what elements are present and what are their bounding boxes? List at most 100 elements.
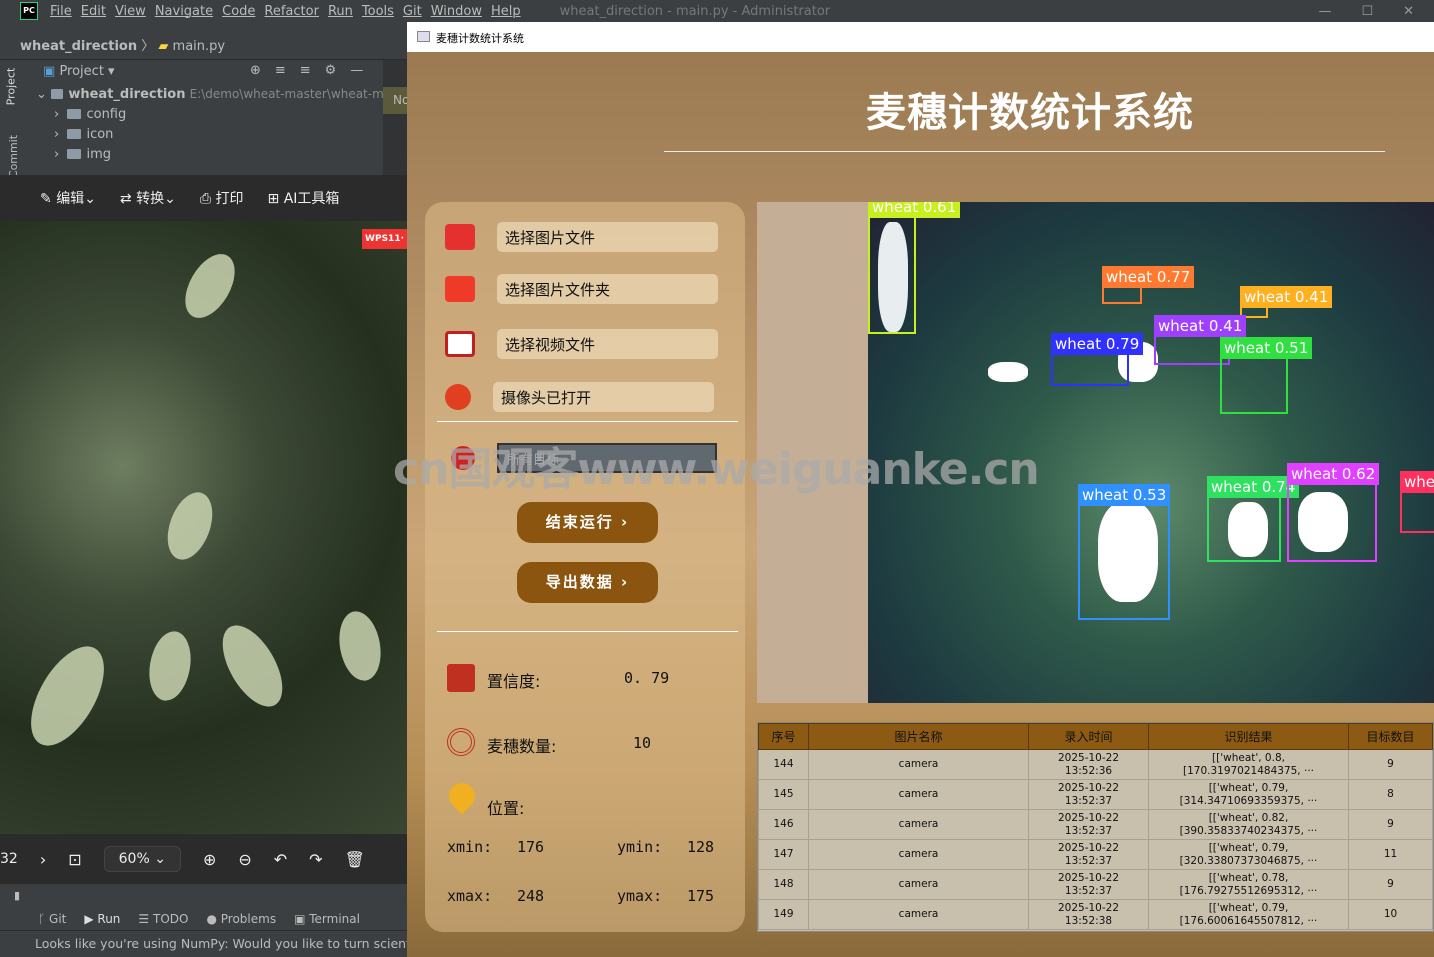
col-result[interactable]: 识别结果 [1148,723,1349,750]
edit-label: 编辑 [56,191,85,207]
menu-edit[interactable]: Edit [81,4,106,19]
ide-window-title: wheat_direction - main.py - Administrato… [559,3,831,19]
cell-result-line2: [320.33807373046875, [1179,854,1304,867]
cell-time: 2025-10-22 13:52:37 [1028,869,1149,900]
cell-id: 146 [758,809,809,840]
col-id[interactable]: 序号 [758,723,809,750]
rotate-right-icon[interactable]: ↷ [309,850,322,869]
zoom-out-icon[interactable]: ⊖ [238,850,251,869]
col-count[interactable]: 目标数目 [1348,723,1433,750]
close-icon[interactable]: ✕ [1403,4,1414,19]
stop-button[interactable]: 结束运行 › [517,502,658,543]
menu-git[interactable]: Git [403,4,422,19]
convert-button[interactable]: ⇄ 转换⌄ [120,188,176,208]
select-video-button[interactable]: 选择视频文件 [497,329,718,359]
table-row[interactable]: 144 camera 2025-10-22 13:52:36 [['wheat',… [758,749,1433,780]
tool-tab-problems[interactable]: ● Problems [206,912,276,926]
wheat-photo: WPS11· [0,221,407,834]
delete-icon[interactable]: 🗑 [345,850,365,869]
select-folder-button[interactable]: 选择图片文件夹 [497,274,718,304]
menu-tools[interactable]: Tools [362,4,394,19]
cell-ellipsis: ··· [1307,824,1318,837]
actual-size-icon[interactable]: ⊡ [68,850,81,869]
ai-toolbox-button[interactable]: ⊞ AI工具箱 [268,188,340,208]
col-name[interactable]: 图片名称 [808,723,1029,750]
menu-code[interactable]: Code [222,4,255,19]
wps-badge[interactable]: WPS11· [362,229,407,249]
tree-item-config[interactable]: › config [30,104,383,124]
table-row[interactable]: 145 camera 2025-10-22 13:52:37 [['wheat',… [758,779,1433,810]
cell-result: [['wheat', 0.82, [390.35833740234375, ··· [1148,809,1349,840]
cell-date: 2025-10-22 [1057,751,1120,764]
tool-tab-git[interactable]: ᚴ Git [38,912,66,926]
cell-result-line2: [176.60061645507812, [1179,914,1304,927]
tree-root[interactable]: ⌄ wheat_direction E:\demo\wheat-master\w… [30,84,383,104]
results-table: 序号 图片名称 录入时间 识别结果 目标数目 144 camera 2025-1… [757,722,1434,932]
side-tab-project[interactable]: Project [4,68,17,106]
detection-box: wheat 0.41 [1154,315,1247,365]
editor-edge: No [383,60,409,175]
status-message[interactable]: Looks like you're using NumPy: Would you… [35,936,407,951]
cell-date: 2025-10-22 [1057,901,1120,914]
side-tab-commit[interactable]: Commit [7,135,20,178]
select-image-button[interactable]: 选择图片文件 [497,222,718,252]
tool-tab-terminal[interactable]: ▣ Terminal [294,912,360,926]
tree-item-icon[interactable]: › icon [30,124,383,144]
cell-date: 2025-10-22 [1057,841,1120,854]
cell-time: 2025-10-22 13:52:36 [1028,749,1149,780]
menu-navigate[interactable]: Navigate [155,4,213,19]
ymax-value: 175 [687,887,715,905]
col-time[interactable]: 录入时间 [1028,723,1149,750]
tool-tab-run[interactable]: ▶ Run [84,912,120,926]
cell-time: 2025-10-22 13:52:37 [1028,839,1149,870]
menu-file[interactable]: File [50,4,72,19]
panel-divider [437,631,738,632]
xmax-value: 248 [517,887,545,905]
table-row[interactable]: 149 camera 2025-10-22 13:52:38 [['wheat',… [758,899,1433,930]
menu-refactor[interactable]: Refactor [264,4,319,19]
image-file-icon [445,224,475,250]
menu-view[interactable]: View [115,4,146,19]
table-row[interactable]: 147 camera 2025-10-22 13:52:37 [['wheat',… [758,839,1433,870]
editor-tab-partial[interactable]: No [383,87,409,114]
title-divider [664,151,1385,152]
breadcrumb-project[interactable]: wheat_direction [20,39,137,54]
detection-box: whe [1400,471,1434,533]
cell-result-line1: [['wheat', 0.79, [1208,841,1289,854]
project-view-select[interactable]: Project [59,64,103,79]
print-button[interactable]: ⎙ 打印 [200,188,244,208]
rotate-left-icon[interactable]: ↶ [274,850,287,869]
tree-item-img[interactable]: › img [30,144,383,164]
camera-button[interactable]: 摄像头已打开 [493,382,714,412]
menu-run[interactable]: Run [328,4,353,19]
cell-name: camera [808,779,1029,810]
zoom-select[interactable]: 60% ⌄ [103,846,181,872]
tool-window-tabs: ᚴ Git ▶ Run ☰ TODO ● Problems ▣ Terminal [0,908,407,930]
menu-window[interactable]: Window [431,4,482,19]
tool-tab-todo[interactable]: ☰ TODO [138,912,188,926]
cell-count: 9 [1348,869,1433,900]
detection-box: wheat 0.51 [1220,337,1313,414]
menu-help[interactable]: Help [491,4,521,19]
breadcrumb-file[interactable]: main.py [173,39,226,54]
count-icon [447,728,475,756]
cell-result: [['wheat', 0.78, [176.79275512695312, ··· [1148,869,1349,900]
cell-clock: 13:52:37 [1064,794,1113,807]
bookmark-icon[interactable]: ▮ [14,889,20,902]
table-row[interactable]: 148 camera 2025-10-22 13:52:37 [['wheat',… [758,869,1433,900]
next-page-icon[interactable]: › [40,850,46,869]
export-button[interactable]: 导出数据 › [517,562,658,603]
folder-icon [67,129,82,139]
project-toolbar-icons[interactable]: ⊕≡≡⚙— [250,63,377,78]
cell-result-line2: [170.3197021484375, [1182,764,1301,777]
detection-box: wheat 0.53 [1078,484,1171,620]
table-row[interactable]: 146 camera 2025-10-22 13:52:37 [['wheat',… [758,809,1433,840]
project-tree: ⌄ wheat_direction E:\demo\wheat-master\w… [30,84,383,175]
maximize-icon[interactable]: ☐ [1361,4,1373,19]
edit-button[interactable]: ✎ 编辑⌄ [40,188,96,208]
cell-clock: 13:52:37 [1064,854,1113,867]
detection-box: wheat 0.79 [1051,333,1144,386]
zoom-in-icon[interactable]: ⊕ [203,850,216,869]
minimize-icon[interactable]: — [1318,4,1331,19]
status-bar: Looks like you're using NumPy: Would you… [0,930,407,957]
